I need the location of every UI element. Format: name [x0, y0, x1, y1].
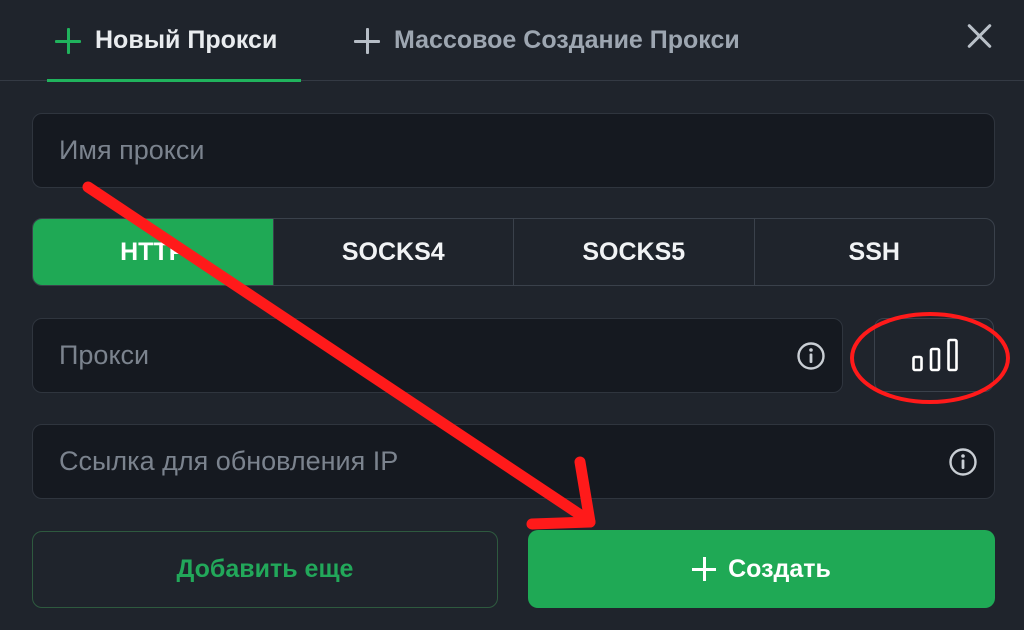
protocol-ssh[interactable]: SSH	[753, 219, 995, 285]
proxy-name-field[interactable]	[32, 113, 995, 188]
protocol-selector: HTTP SOCKS4 SOCKS5 SSH	[32, 218, 995, 286]
proxy-input[interactable]	[33, 319, 842, 392]
refresh-url-field[interactable]	[32, 424, 995, 499]
signal-bars-icon	[912, 338, 958, 372]
tab-label: Массовое Создание Прокси	[394, 26, 740, 54]
proxy-field[interactable]	[32, 318, 843, 393]
check-proxy-button[interactable]	[874, 318, 994, 392]
protocol-socks5[interactable]: SOCKS5	[513, 219, 754, 285]
plus-icon	[354, 27, 380, 54]
close-icon[interactable]	[964, 20, 996, 52]
add-more-button[interactable]: Добавить еще	[32, 531, 498, 608]
proxy-name-input[interactable]	[33, 114, 994, 187]
annotation-arrow-head	[526, 516, 596, 530]
plus-icon	[692, 557, 717, 581]
protocol-socks4[interactable]: SOCKS4	[272, 219, 514, 285]
dialog-header: Новый Прокси Массовое Создание Прокси	[0, 0, 1024, 82]
tab-label: Новый Прокси	[95, 26, 278, 54]
plus-icon	[55, 27, 81, 54]
protocol-http[interactable]: HTTP	[33, 219, 273, 285]
add-more-label: Добавить еще	[176, 555, 354, 583]
tab-new-proxy[interactable]: Новый Прокси	[47, 0, 301, 82]
refresh-url-input[interactable]	[33, 425, 994, 498]
tab-bulk-create[interactable]: Массовое Создание Прокси	[354, 0, 740, 81]
info-icon[interactable]	[796, 341, 826, 371]
info-icon[interactable]	[948, 447, 978, 477]
create-button[interactable]: Создать	[528, 530, 995, 608]
new-proxy-dialog: Новый Прокси Массовое Создание Прокси HT…	[0, 0, 1024, 630]
create-label: Создать	[728, 554, 831, 583]
